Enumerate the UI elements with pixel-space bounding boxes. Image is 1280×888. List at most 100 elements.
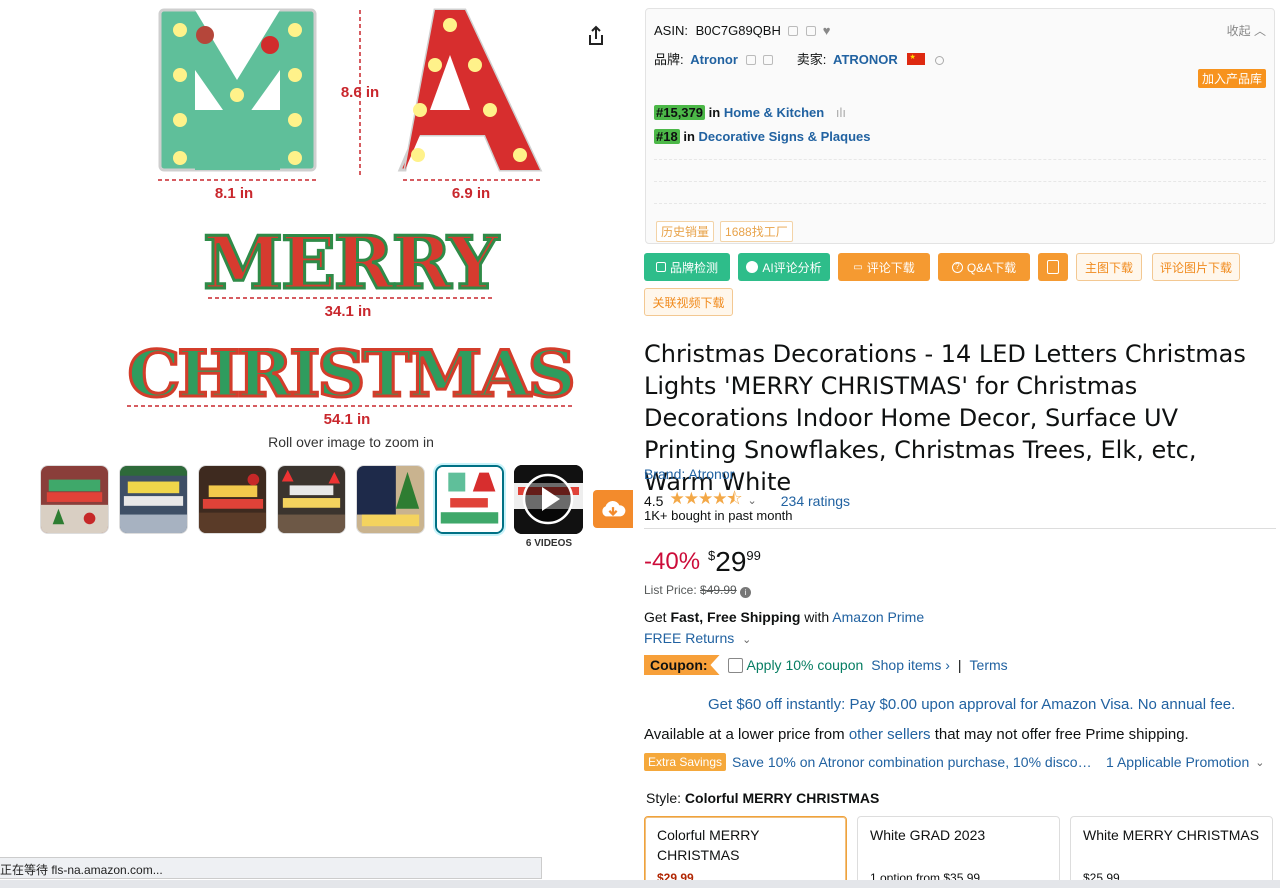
shop-items-link[interactable]: Shop items › [871,657,950,673]
dim-width-a: 6.9 in [452,185,490,202]
brand-label: 品牌: [654,52,684,67]
info-icon[interactable]: i [740,587,752,598]
style-label: Style: Colorful MERRY CHRISTMAS [646,790,880,806]
thumbnail-4[interactable] [277,465,346,534]
china-flag-icon: ★ [907,53,926,65]
amazon-prime-link[interactable]: Amazon Prime [832,609,924,625]
copy-icon[interactable] [745,55,756,65]
location-pin-icon[interactable] [935,56,945,65]
savings-text[interactable]: Save 10% on Atronor combination purchase… [732,754,1092,770]
bought-past-month: 1K+ bought in past month [644,508,793,523]
christmas-letters-graphic: CHRISTMAS [128,337,573,412]
price-fraction: 99 [746,548,761,563]
asin-row: ASIN: B0C7G89QBH ♥ [654,23,830,38]
seller-plugin-panel: ASIN: B0C7G89QBH ♥ 收起 ︿ 品牌: Atronor 卖家: … [645,8,1275,244]
coupon-row: Coupon: Apply 10% coupon Shop items › | … [644,655,1008,675]
letter-m-graphic [158,8,317,172]
asin-label: ASIN: [654,23,688,38]
thumbnail-3[interactable] [198,465,267,534]
dim-width-merry: 34.1 in [325,303,372,320]
chevron-down-icon: ⌄ [742,634,752,646]
external-link-icon[interactable] [763,55,774,65]
separator: | [957,657,962,673]
brand-check-button[interactable]: 品牌检测 [644,253,730,281]
thumbnail-5[interactable] [356,465,425,534]
dim-width-christmas: 54.1 in [324,411,371,428]
horizontal-scrollbar[interactable] [0,880,1280,888]
rank-number: #18 [654,129,680,144]
extra-savings-row: Extra Savings Save 10% on Atronor combin… [644,753,1270,771]
letter-a-graphic [397,8,543,172]
thumbnail-strip [40,465,583,534]
brand-store-link[interactable]: Brand: Atronor [644,466,734,482]
review-download-button[interactable]: ▭ 评论下载 [838,253,930,281]
history-sales-tag[interactable]: 历史销量 [656,221,715,242]
product-title: Christmas Decorations - 14 LED Letters C… [644,340,1246,496]
add-to-library-button[interactable]: 加入产品库 [1197,69,1266,88]
apply-coupon-text[interactable]: Apply 10% coupon [747,657,864,673]
share-icon[interactable] [584,24,608,48]
asin-value[interactable]: B0C7G89QBH [696,23,781,38]
seller-label: 卖家: [796,52,827,67]
calculator-button[interactable] [1038,253,1068,281]
dim-height-ma: 8.6 in [341,84,379,101]
square-icon [655,262,666,272]
divider [644,528,1276,529]
download-cloud-button[interactable] [593,490,633,528]
other-sellers-link[interactable]: other sellers [849,726,931,743]
free-returns[interactable]: FREE Returns ⌄ [644,630,751,646]
list-price-value: $49.99 [700,583,737,597]
dim-width-m: 8.1 in [215,185,253,202]
extra-savings-badge: Extra Savings [644,753,727,771]
thumbnail-6-selected[interactable] [435,465,504,534]
style-option-white-grad[interactable]: White GRAD 2023 1 option from $35.99 [857,816,1060,888]
qa-download-button[interactable]: ? Q&A下载 [938,253,1030,281]
rating-value: 4.5 [644,492,664,509]
seller-link[interactable]: ATRONOR [833,52,898,67]
rank-category-link[interactable]: Home & Kitchen [724,105,824,120]
videos-count-label: 6 VIDEOS [525,538,573,549]
plugin-tag-row: 历史销量 1688找工厂 [656,221,793,242]
coupon-checkbox[interactable] [727,657,743,673]
copy-icon[interactable] [788,26,799,36]
discount-percent: -40% [644,548,701,575]
thumbnail-2[interactable] [119,465,188,534]
zoom-hint: Roll over image to zoom in [268,434,434,450]
chevron-down-icon[interactable]: ⌄ [748,494,757,507]
copy-alt-icon[interactable] [806,26,817,36]
image-gallery: 8.6 in 8.1 in 6.9 in MERRY 34.1 in CHRIS… [0,0,640,888]
price-currency: $ [708,548,716,563]
find-factory-tag[interactable]: 1688找工厂 [720,221,793,242]
product-main-image[interactable]: 8.6 in 8.1 in 6.9 in MERRY 34.1 in CHRIS… [100,0,600,430]
brand-link[interactable]: Atronor [690,52,738,67]
terms-link[interactable]: Terms [970,657,1008,673]
price-whole: 29 [715,546,747,577]
browser-status-bar: 正在等待 fls-na.amazon.com... [0,857,542,879]
main-image-download-button[interactable]: 主图下载 [1076,253,1142,281]
video-thumbnail[interactable] [514,465,583,534]
rank-home-kitchen: #15,379 in Home & Kitchen ılı [654,105,846,120]
style-option-colorful[interactable]: Colorful MERRY CHRISTMAS $29.99 [644,816,847,888]
style-option-white-merry[interactable]: White MERRY CHRISTMAS $25.99 [1070,816,1273,888]
price-block: -40% $ 29 99 [644,546,761,578]
rank-number: #15,379 [654,105,705,120]
cloud-download-icon [602,500,626,517]
thumbnail-1[interactable] [40,465,109,534]
applicable-promotion-link[interactable]: 1 Applicable Promotion [1106,754,1249,770]
ratings-count-link[interactable]: 234 ratings [781,493,850,509]
chevron-down-icon[interactable]: ⌄ [1255,756,1264,769]
ai-review-button[interactable]: AI评论分析 [738,253,830,281]
video-download-button[interactable]: 关联视频下载 [644,288,733,316]
rank-decorative-signs: #18 in Decorative Signs & Plaques [654,129,871,144]
visa-offer-link[interactable]: Get $60 off instantly: Pay $0.00 upon ap… [708,696,1235,713]
bar-chart-icon[interactable]: ılı [836,105,846,120]
review-image-download-button[interactable]: 评论图片下载 [1152,253,1240,281]
collapse-toggle[interactable]: 收起 ︿ [1227,22,1266,39]
brand-seller-row: 品牌: Atronor 卖家: ATRONOR ★ [654,49,945,68]
rank-category-link[interactable]: Decorative Signs & Plaques [699,129,871,144]
heart-icon[interactable]: ♥ [823,23,831,38]
coupon-badge: Coupon: [644,655,720,675]
list-price: List Price: $49.99 i [644,583,752,598]
question-icon: ? [951,261,963,273]
comment-icon: ▭ [853,261,863,273]
